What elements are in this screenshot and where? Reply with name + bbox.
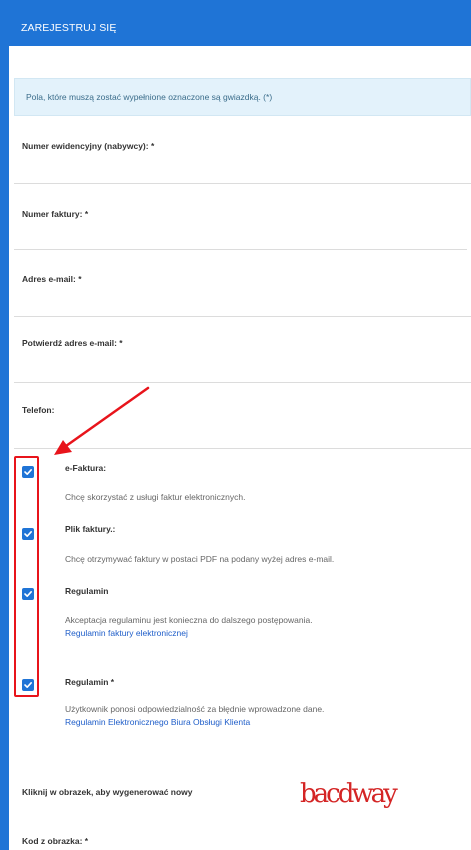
captcha-refresh-label: Kliknij w obrazek, aby wygenerować nowy <box>22 787 193 797</box>
captcha-image[interactable]: bacdway <box>296 773 431 813</box>
captcha-code-label: Kod z obrazka: * <box>22 836 89 846</box>
captcha-image-text: bacdway <box>300 779 398 809</box>
annotation-arrow-icon <box>54 386 150 455</box>
